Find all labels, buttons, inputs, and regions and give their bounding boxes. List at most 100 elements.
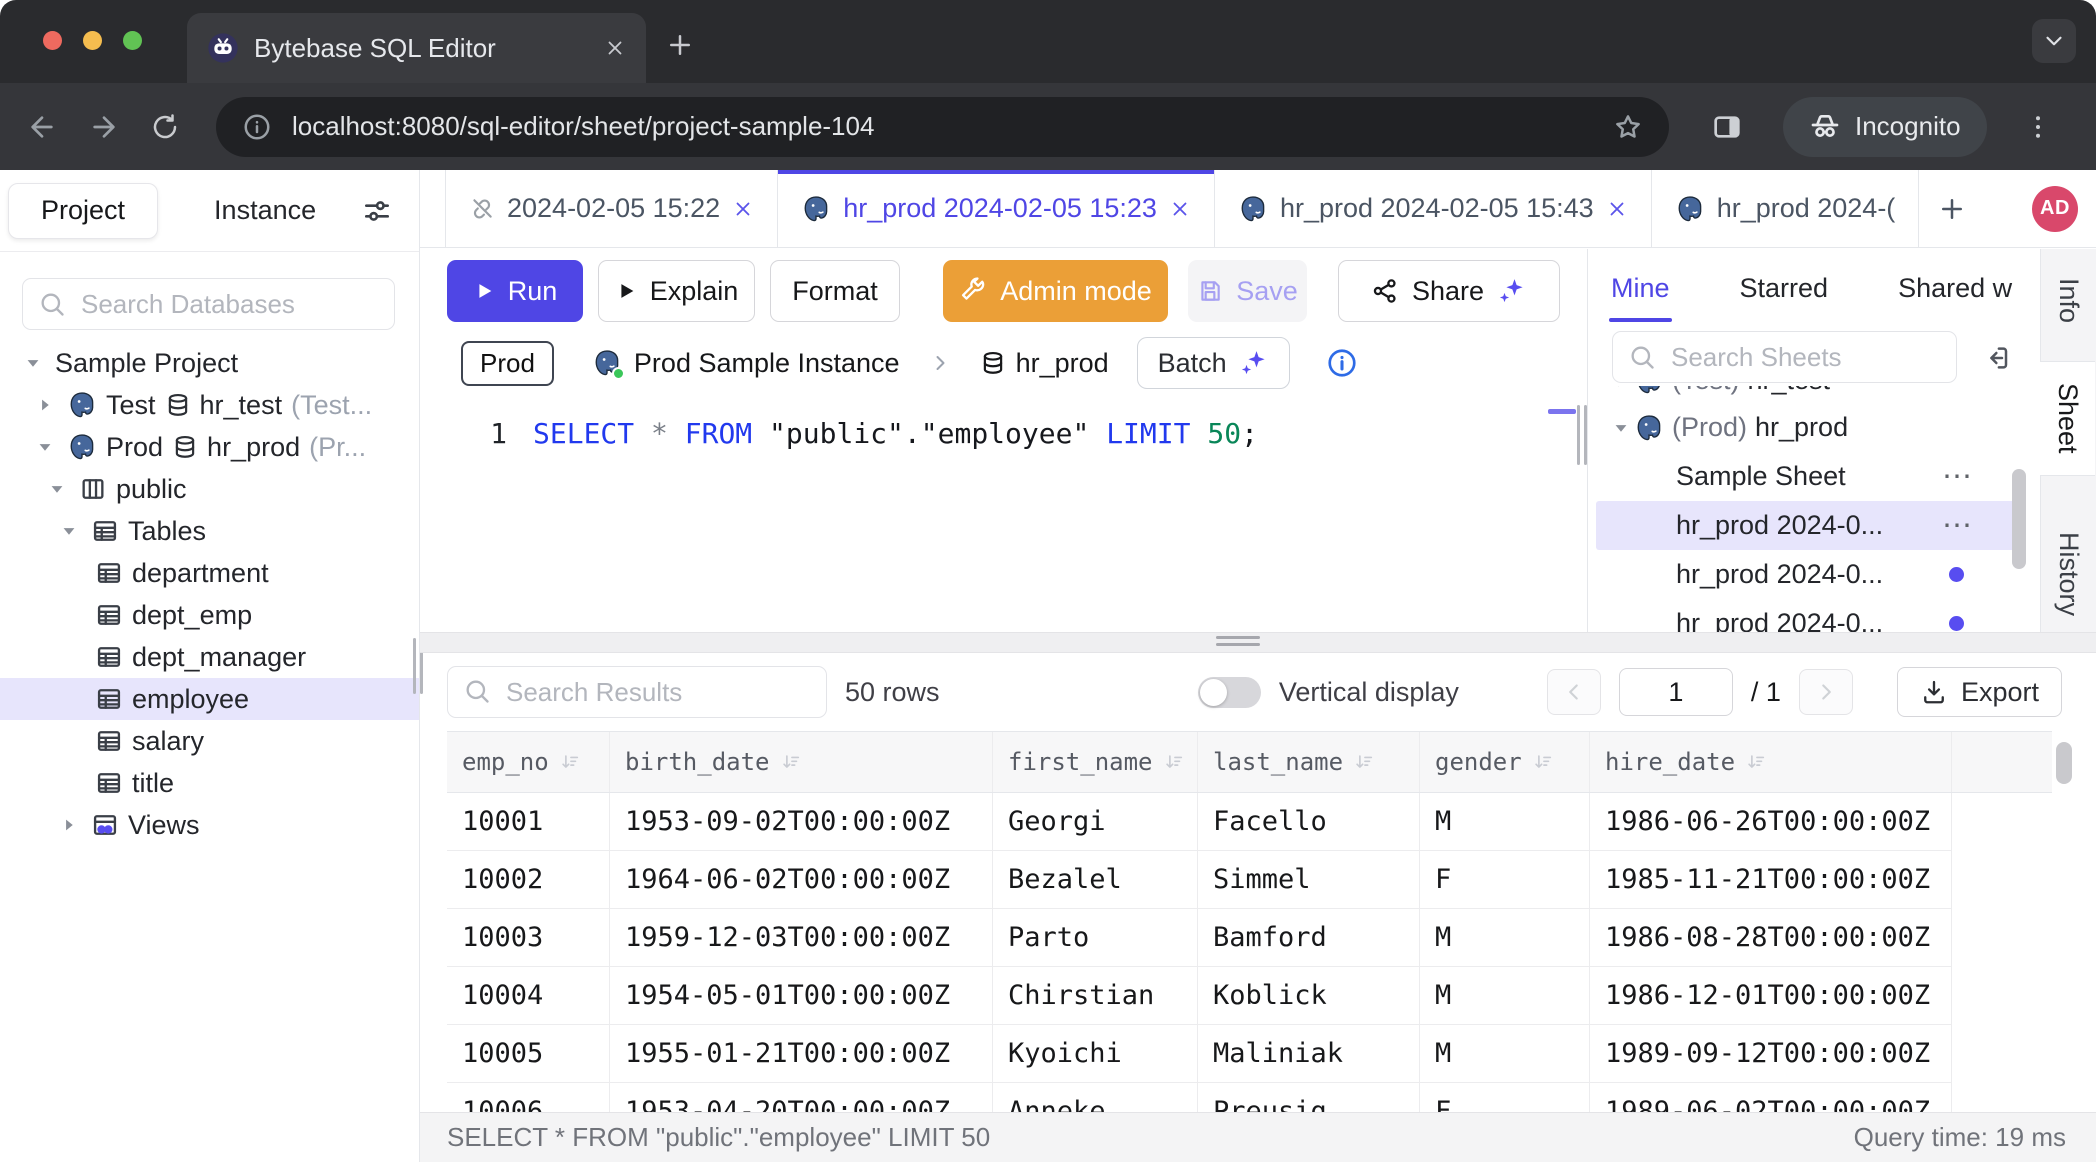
database-name[interactable]: hr_prod (1016, 348, 1109, 379)
table-cell[interactable]: 10006 (447, 1083, 610, 1112)
close-window-button[interactable] (43, 31, 62, 50)
tree-item-department[interactable]: department (0, 552, 419, 594)
table-cell[interactable]: 1985-11-21T00:00:00Z (1590, 851, 1952, 909)
table-cell[interactable]: Koblick (1198, 967, 1420, 1025)
vertical-display-toggle[interactable] (1198, 677, 1261, 708)
collapse-panel-icon[interactable] (1982, 343, 2012, 373)
table-cell[interactable]: 10004 (447, 967, 610, 1025)
bookmark-star-icon[interactable] (1613, 112, 1643, 142)
caret-down-icon[interactable] (56, 521, 82, 541)
reload-button[interactable] (150, 112, 180, 142)
panel-resize-handle[interactable] (1577, 405, 1587, 465)
browser-menu-icon[interactable] (2023, 112, 2053, 142)
sort-icon[interactable] (1745, 751, 1767, 773)
next-page-button[interactable] (1799, 669, 1853, 715)
caret-down-icon[interactable] (44, 479, 70, 499)
tree-item-title[interactable]: title (0, 762, 419, 804)
table-cell[interactable]: 1989-06-02T00:00:00Z (1590, 1083, 1952, 1112)
caret-right-icon[interactable] (1608, 386, 1634, 391)
environment-chip[interactable]: Prod (461, 341, 554, 386)
table-cell[interactable]: F (1420, 851, 1590, 909)
admin-mode-button[interactable]: Admin mode (943, 260, 1168, 322)
table-cell[interactable]: 10002 (447, 851, 610, 909)
table-cell[interactable]: 1955-01-21T00:00:00Z (610, 1025, 993, 1083)
search-results-input[interactable] (447, 666, 827, 718)
format-button[interactable]: Format (770, 260, 900, 322)
table-row[interactable]: 100031959-12-03T00:00:00ZPartoBamfordM19… (447, 909, 2052, 967)
save-button[interactable]: Save (1188, 260, 1307, 322)
sql-editor[interactable]: 1 SELECT * FROM "public"."employee" LIMI… (420, 393, 1587, 632)
table-cell[interactable]: 1986-08-28T00:00:00Z (1590, 909, 1952, 967)
caret-right-icon[interactable] (32, 395, 58, 415)
tree-item-Tables[interactable]: Tables (0, 510, 419, 552)
new-tab-button[interactable] (665, 30, 695, 60)
table-cell[interactable]: 10003 (447, 909, 610, 967)
table-cell[interactable]: Facello (1198, 793, 1420, 851)
zoom-window-button[interactable] (123, 31, 142, 50)
back-button[interactable] (26, 111, 58, 143)
column-header-gender[interactable]: gender (1420, 732, 1590, 792)
sheet-item-row[interactable]: hr_prod 2024-0... (1596, 550, 2026, 599)
info-circle-icon[interactable] (1326, 347, 1358, 379)
table-cell[interactable]: Chirstian (993, 967, 1198, 1025)
sort-icon[interactable] (1532, 751, 1554, 773)
caret-down-icon[interactable] (20, 353, 46, 373)
sheet-item-row[interactable]: Sample Sheet⋯ (1596, 452, 2026, 501)
forward-button[interactable] (88, 111, 120, 143)
table-cell[interactable]: Bamford (1198, 909, 1420, 967)
tree-item-dept_manager[interactable]: dept_manager (0, 636, 419, 678)
tree-item-hr_prod[interactable]: Prodhr_prod(Pr... (0, 426, 419, 468)
tab-project[interactable]: Project (8, 183, 158, 239)
sheet-list-scrollbar[interactable] (2012, 469, 2026, 569)
avatar[interactable]: AD (2032, 186, 2078, 232)
prev-page-button[interactable] (1547, 669, 1601, 715)
table-cell[interactable]: M (1420, 909, 1590, 967)
results-divider[interactable] (420, 632, 2096, 653)
tab-search-button[interactable] (2032, 19, 2076, 63)
sheet-group-row[interactable]: (Prod)hr_prod (1596, 403, 2026, 452)
search-sheets-input[interactable] (1612, 331, 1957, 383)
side-panel-icon[interactable] (1711, 111, 1743, 143)
table-cell[interactable]: Simmel (1198, 851, 1420, 909)
page-number-input[interactable] (1619, 668, 1733, 716)
table-row[interactable]: 100051955-01-21T00:00:00ZKyoichiMaliniak… (447, 1025, 2052, 1083)
table-cell[interactable]: Maliniak (1198, 1025, 1420, 1083)
table-row[interactable]: 100021964-06-02T00:00:00ZBezalelSimmelF1… (447, 851, 2052, 909)
table-cell[interactable]: 10005 (447, 1025, 610, 1083)
add-worksheet-button[interactable] (1937, 194, 1967, 224)
url-text[interactable]: localhost:8080/sql-editor/sheet/project-… (292, 111, 1593, 142)
batch-button[interactable]: Batch (1137, 337, 1290, 389)
tree-item-Sample Project[interactable]: Sample Project (0, 342, 419, 384)
table-cell[interactable]: 1986-12-01T00:00:00Z (1590, 967, 1952, 1025)
sql-statement[interactable]: SELECT * FROM "public"."employee" LIMIT … (533, 417, 1258, 450)
column-header-first_name[interactable]: first_name (993, 732, 1198, 792)
tab-instance[interactable]: Instance (214, 195, 316, 226)
side-tab-info[interactable]: Info (2041, 263, 2096, 339)
column-header-last_name[interactable]: last_name (1198, 732, 1420, 792)
table-cell[interactable]: Georgi (993, 793, 1198, 851)
table-cell[interactable]: Anneke (993, 1083, 1198, 1112)
table-cell[interactable]: M (1420, 967, 1590, 1025)
caret-down-icon[interactable] (1608, 418, 1634, 438)
side-tab-history[interactable]: History (2041, 524, 2096, 624)
caret-down-icon[interactable] (32, 437, 58, 457)
more-icon[interactable]: ⋯ (1942, 459, 1974, 494)
divider-drag-handle[interactable] (1216, 636, 1260, 646)
table-cell[interactable]: Parto (993, 909, 1198, 967)
tree-item-hr_test[interactable]: Testhr_test(Test... (0, 384, 419, 426)
results-scrollbar[interactable] (2056, 742, 2072, 784)
site-info-icon[interactable] (242, 112, 272, 142)
caret-right-icon[interactable] (56, 815, 82, 835)
table-cell[interactable]: 1959-12-03T00:00:00Z (610, 909, 993, 967)
table-cell[interactable]: 1954-05-01T00:00:00Z (610, 967, 993, 1025)
table-cell[interactable]: M (1420, 1025, 1590, 1083)
worksheet-tab-3[interactable]: hr_prod 2024-02-05 15:43 (1215, 170, 1652, 247)
worksheet-tab-2[interactable]: hr_prod 2024-02-05 15:23 (778, 170, 1215, 247)
export-button[interactable]: Export (1897, 667, 2062, 717)
worksheet-tab-1[interactable]: 2024-02-05 15:22 (445, 170, 778, 247)
table-cell[interactable]: F (1420, 1083, 1590, 1112)
sort-icon[interactable] (780, 751, 802, 773)
worksheet-tab-4[interactable]: hr_prod 2024-( (1652, 170, 1920, 247)
minimize-window-button[interactable] (83, 31, 102, 50)
explain-button[interactable]: Explain (598, 260, 755, 322)
